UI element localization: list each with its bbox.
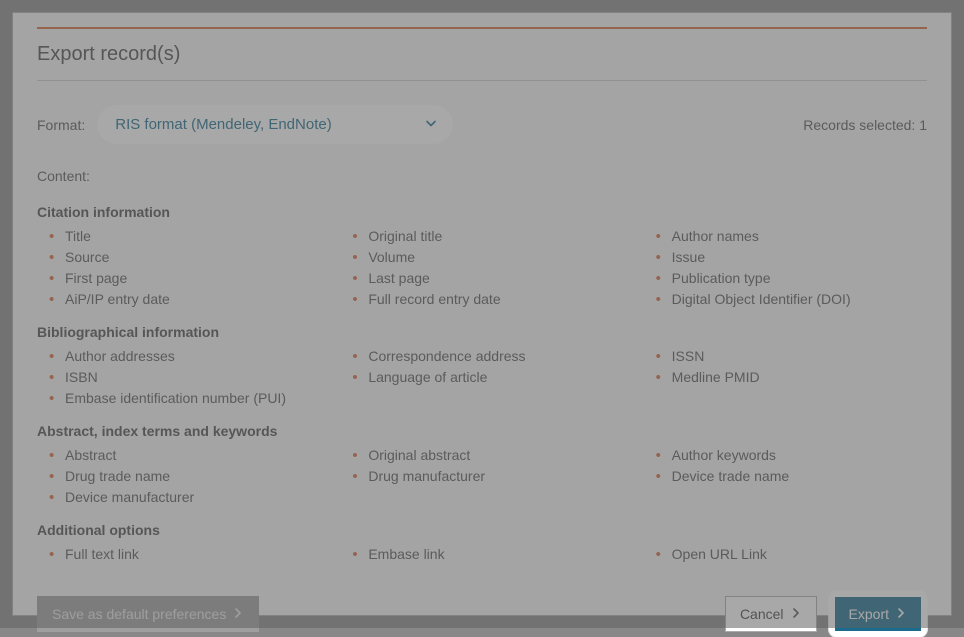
dim-overlay: [0, 0, 964, 628]
